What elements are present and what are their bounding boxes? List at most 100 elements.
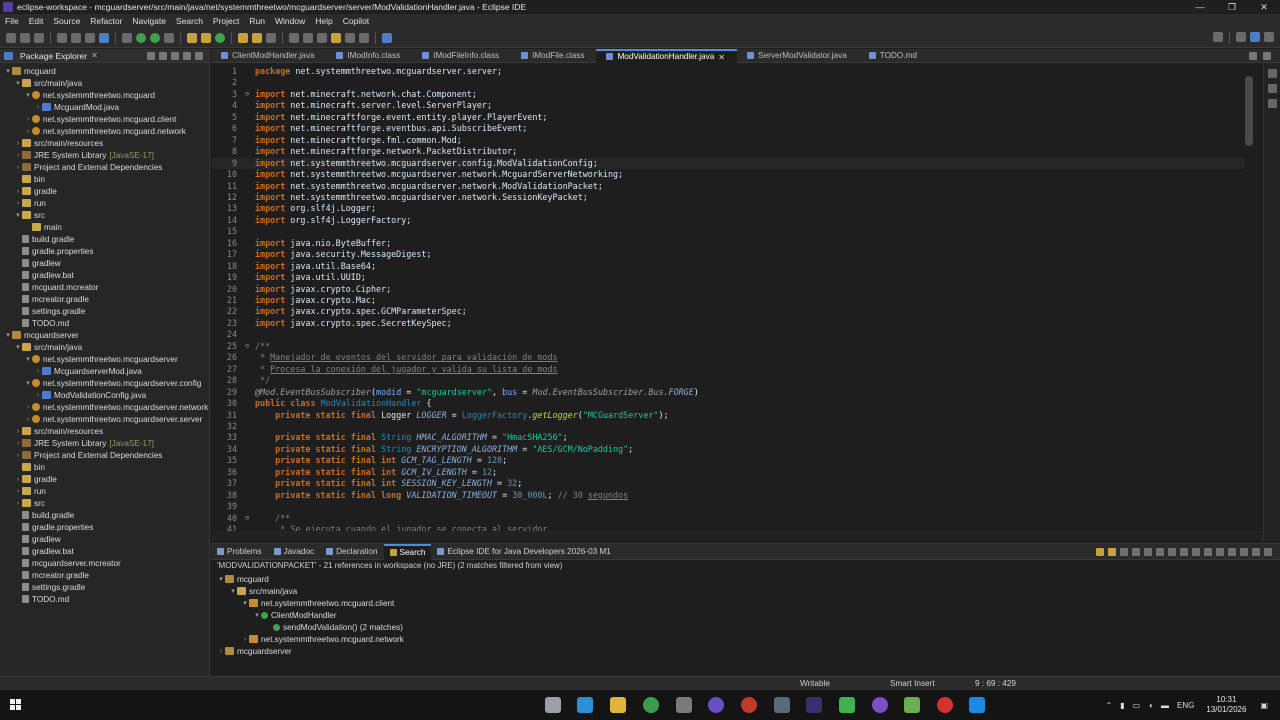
print-icon[interactable] — [57, 32, 67, 43]
explorer-item[interactable]: gradle.properties — [0, 245, 209, 257]
editor-tab-imodfile-class[interactable]: IModFile.class — [511, 49, 596, 63]
store-icon[interactable] — [577, 697, 593, 713]
bottom-tab-search[interactable]: Search — [383, 543, 432, 560]
minimize-icon[interactable] — [1249, 51, 1257, 60]
code-line[interactable]: 18 import java.util.Base64; — [211, 261, 1245, 273]
code-line[interactable]: 9 import net.systemmthreetwo.mcguardserve… — [211, 157, 1245, 170]
explorer-item[interactable]: bin — [0, 461, 209, 473]
open-task-icon[interactable] — [252, 32, 262, 43]
github-icon[interactable] — [708, 697, 724, 713]
new-package-icon[interactable] — [201, 32, 211, 43]
explorer-item[interactable]: › net.systemmthreetwo.mcguardserver.serve… — [0, 413, 209, 425]
task-view-icon[interactable] — [545, 697, 561, 713]
editor-tab-modvalidationhandler-java[interactable]: ModValidationHandler.java ✕ — [596, 48, 738, 63]
minimize-icon[interactable] — [1252, 547, 1260, 556]
history-icon[interactable] — [1216, 547, 1224, 556]
explorer-item[interactable]: › run — [0, 197, 209, 209]
chevron-right-icon[interactable]: › — [24, 116, 32, 123]
battery-icon[interactable]: ▬ — [1161, 701, 1169, 710]
code-line[interactable]: 30 public class ModValidationHandler { — [211, 398, 1245, 410]
chevron-down-icon[interactable]: ▾ — [217, 575, 225, 583]
menu-copilot[interactable]: Copilot — [338, 16, 374, 26]
debug-perspective-icon[interactable] — [1264, 32, 1274, 42]
code-editor[interactable]: 1 package net.systemmthreetwo.mcguardserv… — [211, 63, 1263, 541]
explorer-item[interactable]: › ModValidationConfig.java — [0, 389, 209, 401]
coverage-icon[interactable] — [150, 32, 160, 43]
code-line[interactable]: 32 — [211, 421, 1245, 433]
next-annotation-icon[interactable] — [303, 32, 313, 43]
explorer-item[interactable]: › McguardserverMod.java — [0, 365, 209, 377]
editor-tab-imodinfo-class[interactable]: IModInfo.class — [326, 49, 412, 63]
remove-match-icon[interactable] — [1120, 547, 1128, 556]
code-line[interactable]: 7 import net.minecraftforge.fml.common.Mo… — [211, 135, 1245, 147]
new-class-icon[interactable] — [215, 32, 225, 43]
media-icon[interactable] — [937, 697, 953, 713]
run-icon[interactable] — [136, 32, 146, 43]
minimize-icon[interactable] — [195, 51, 203, 60]
code-line[interactable]: 13 import org.slf4j.Logger; — [211, 203, 1245, 215]
explorer-item[interactable]: ▾ src/main/java — [0, 341, 209, 353]
explorer-item[interactable]: build.gradle — [0, 509, 209, 521]
discord-icon[interactable] — [872, 697, 888, 713]
editor-vertical-scrollbar[interactable] — [1245, 76, 1253, 146]
toggle-mark-icon[interactable] — [289, 32, 299, 43]
code-line[interactable]: 15 — [211, 226, 1245, 238]
code-line[interactable]: 1 package net.systemmthreetwo.mcguardserv… — [211, 66, 1245, 78]
next-match-icon[interactable] — [1096, 547, 1104, 556]
collapse-all-icon[interactable] — [147, 51, 155, 60]
explorer-item[interactable]: gradlew.bat — [0, 269, 209, 281]
code-line[interactable]: 6 import net.minecraftforge.eventbus.api.… — [211, 123, 1245, 135]
view-menu-icon[interactable] — [183, 51, 191, 60]
volume-icon[interactable]: ◖ — [1148, 701, 1153, 710]
explorer-item[interactable]: › gradle — [0, 185, 209, 197]
explorer-item[interactable]: gradlew — [0, 257, 209, 269]
menu-project[interactable]: Project — [208, 16, 244, 26]
explorer-item[interactable]: › JRE System Library [JavaSE-17] — [0, 149, 209, 161]
code-line[interactable]: 34 private static final String ENCRYPTIO… — [211, 444, 1245, 456]
code-line[interactable]: 12 import net.systemmthreetwo.mcguardserv… — [211, 192, 1245, 204]
search-result-item[interactable]: › mcguardserver — [211, 645, 1280, 657]
prev-annotation-icon[interactable] — [317, 32, 327, 43]
copilot-icon[interactable] — [1267, 99, 1277, 108]
explorer-item[interactable]: › net.systemmthreetwo.mcguardserver.netwo… — [0, 401, 209, 413]
maximize-icon[interactable] — [1263, 51, 1271, 60]
outline-icon[interactable] — [1267, 69, 1277, 78]
code-line[interactable]: 10 import net.systemmthreetwo.mcguardserv… — [211, 169, 1245, 181]
code-line[interactable]: 17 import java.security.MessageDigest; — [211, 249, 1245, 261]
code-line[interactable]: 11 import net.systemmthreetwo.mcguardserv… — [211, 181, 1245, 193]
app-icon[interactable] — [676, 697, 692, 713]
explorer-item[interactable]: › src — [0, 497, 209, 509]
code-line[interactable]: 8 import net.minecraftforge.network.Packe… — [211, 146, 1245, 158]
chevron-right-icon[interactable]: › — [14, 188, 22, 195]
chevron-right-icon[interactable]: › — [14, 500, 22, 507]
search-result-item[interactable]: ▾ mcguard — [211, 573, 1280, 585]
open-perspective-icon[interactable] — [1236, 32, 1246, 42]
new-java-project-icon[interactable] — [187, 32, 197, 43]
minimize-button[interactable]: — — [1184, 0, 1216, 14]
editor-tab-todo-md[interactable]: TODO.md — [859, 49, 929, 63]
search-result-item[interactable]: ▾ ClientModHandler — [211, 609, 1280, 621]
notification-icon[interactable]: ▣ — [1260, 701, 1268, 710]
explorer-item[interactable]: TODO.md — [0, 593, 209, 605]
menu-run[interactable]: Run — [244, 16, 270, 26]
external-tools-icon[interactable] — [164, 32, 174, 43]
explorer-item[interactable]: gradlew.bat — [0, 545, 209, 557]
explorer-item[interactable]: main — [0, 221, 209, 233]
explorer-item[interactable]: settings.gradle — [0, 581, 209, 593]
back-icon[interactable] — [345, 32, 355, 43]
chevron-right-icon[interactable]: › — [14, 200, 22, 207]
explorer-item[interactable]: mcreator.gradle — [0, 569, 209, 581]
new-icon[interactable] — [6, 32, 16, 43]
explorer-item[interactable]: bin — [0, 173, 209, 185]
code-line[interactable]: 22 import javax.crypto.spec.GCMParameterS… — [211, 306, 1245, 318]
last-edit-icon[interactable] — [331, 32, 341, 43]
restore-button[interactable]: ❐ — [1216, 0, 1248, 14]
chevron-right-icon[interactable]: › — [241, 636, 249, 643]
show-list-icon[interactable] — [1180, 547, 1188, 556]
chevron-down-icon[interactable]: ▾ — [24, 355, 32, 363]
chevron-right-icon[interactable]: › — [24, 416, 32, 423]
bottom-tab-eclipse-ide-for-java-developer[interactable]: Eclipse IDE for Java Developers 2026-03 … — [431, 544, 616, 560]
code-line[interactable]: 2 — [211, 77, 1245, 89]
search-result-item[interactable]: sendModValidation() (2 matches) — [211, 621, 1280, 633]
chevron-right-icon[interactable]: › — [24, 128, 32, 135]
